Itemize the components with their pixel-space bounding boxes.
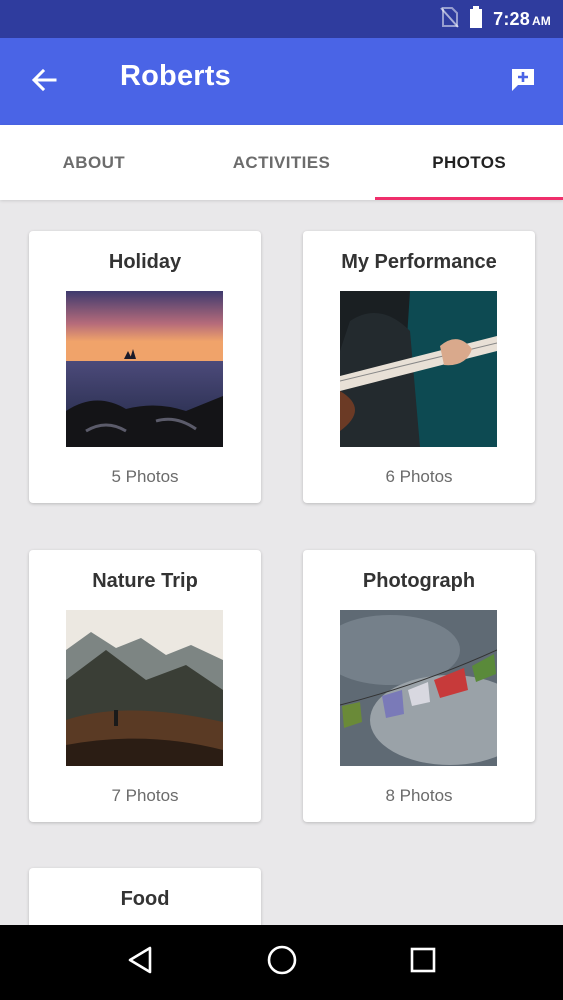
add-comment-icon bbox=[509, 66, 537, 99]
tab-photos[interactable]: PHOTOS bbox=[375, 125, 563, 200]
album-thumbnail-photograph bbox=[340, 610, 497, 766]
album-card-nature-trip[interactable]: Nature Trip 7 Photos bbox=[29, 550, 261, 822]
tab-about[interactable]: ABOUT bbox=[0, 125, 188, 200]
nav-home-button[interactable] bbox=[262, 943, 302, 983]
app-bar: Roberts bbox=[0, 38, 563, 125]
album-card-food[interactable]: Food bbox=[29, 868, 261, 925]
album-card-my-performance[interactable]: My Performance 6 Photos bbox=[303, 231, 535, 503]
album-grid: Holiday 5 Photos My Performance 6 Photos… bbox=[0, 200, 563, 925]
album-title: My Performance bbox=[341, 251, 497, 273]
album-thumbnail-holiday bbox=[66, 291, 223, 447]
battery-icon bbox=[469, 5, 483, 34]
album-title: Nature Trip bbox=[92, 570, 198, 592]
album-photo-count: 8 Photos bbox=[385, 786, 453, 805]
status-bar: 7:28 AM bbox=[0, 0, 563, 38]
album-title: Photograph bbox=[362, 570, 476, 592]
circle-home-icon bbox=[266, 944, 298, 981]
album-card-photograph[interactable]: Photograph 8 Photos bbox=[303, 550, 535, 822]
back-button[interactable] bbox=[24, 62, 64, 102]
tab-activities[interactable]: ACTIVITIES bbox=[188, 125, 376, 200]
square-recents-icon bbox=[409, 946, 437, 979]
nav-recents-button[interactable] bbox=[403, 943, 443, 983]
add-message-button[interactable] bbox=[505, 64, 541, 100]
nav-back-button[interactable] bbox=[121, 943, 161, 983]
album-photo-count: 5 Photos bbox=[111, 467, 179, 486]
system-nav-bar bbox=[0, 925, 563, 1000]
status-icons: 7:28 AM bbox=[439, 0, 551, 38]
triangle-back-icon bbox=[126, 945, 156, 980]
tab-bar: ABOUT ACTIVITIES PHOTOS bbox=[0, 125, 563, 200]
page-title: Roberts bbox=[120, 60, 231, 92]
status-time: 7:28 AM bbox=[493, 8, 551, 29]
album-photo-count: 6 Photos bbox=[385, 467, 453, 486]
album-card-holiday[interactable]: Holiday 5 Photos bbox=[29, 231, 261, 503]
album-thumbnail-nature-trip bbox=[66, 610, 223, 766]
arrow-back-icon bbox=[30, 66, 58, 99]
no-sim-icon bbox=[439, 6, 459, 33]
album-thumbnail-my-performance bbox=[340, 291, 497, 447]
album-title: Holiday bbox=[108, 251, 182, 273]
album-photo-count: 7 Photos bbox=[111, 786, 179, 805]
album-title: Food bbox=[120, 888, 170, 910]
